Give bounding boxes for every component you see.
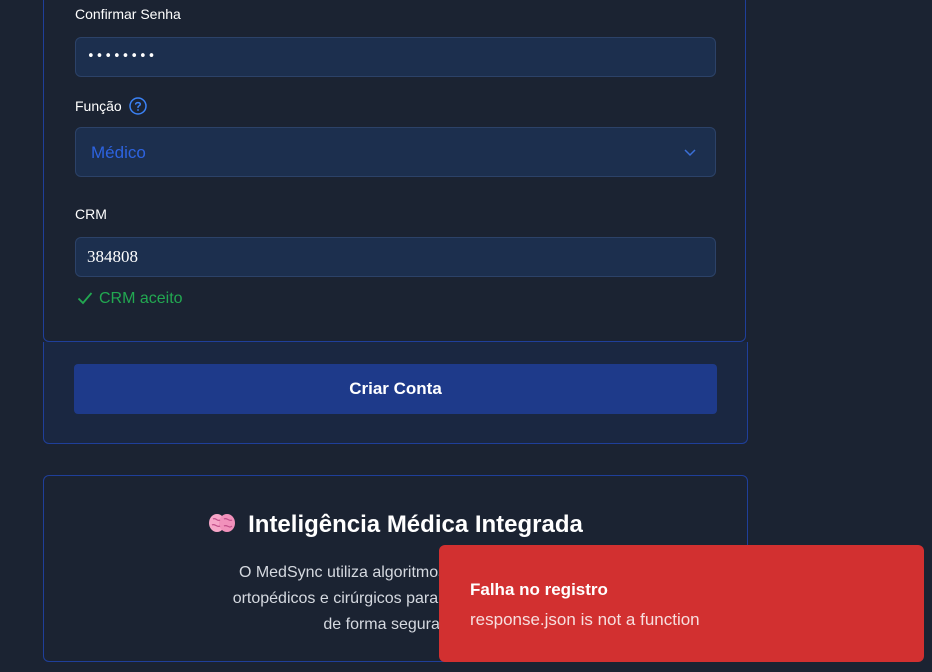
function-select-value: Médico (91, 143, 146, 162)
chevron-down-icon (683, 145, 697, 164)
confirm-password-label: Confirmar Senha (75, 6, 181, 22)
crm-status: CRM aceito (77, 290, 183, 308)
brain-icon (208, 511, 236, 542)
create-account-button[interactable]: Criar Conta (74, 364, 717, 414)
info-title: Inteligência Médica Integrada (43, 511, 748, 542)
error-toast[interactable]: Falha no registro response.json is not a… (439, 545, 924, 662)
info-title-text: Inteligência Médica Integrada (248, 511, 583, 538)
function-label: Função (75, 98, 122, 114)
toast-title: Falha no registro (470, 580, 608, 599)
help-circle-icon[interactable] (129, 97, 147, 120)
crm-input[interactable]: 384808 (75, 237, 716, 277)
function-select[interactable]: Médico (75, 127, 716, 177)
toast-message: response.json is not a function (470, 610, 700, 629)
confirm-password-input[interactable]: •••••••• (75, 37, 716, 77)
crm-status-text: CRM aceito (99, 290, 183, 307)
crm-label: CRM (75, 206, 107, 222)
check-icon (77, 292, 93, 305)
